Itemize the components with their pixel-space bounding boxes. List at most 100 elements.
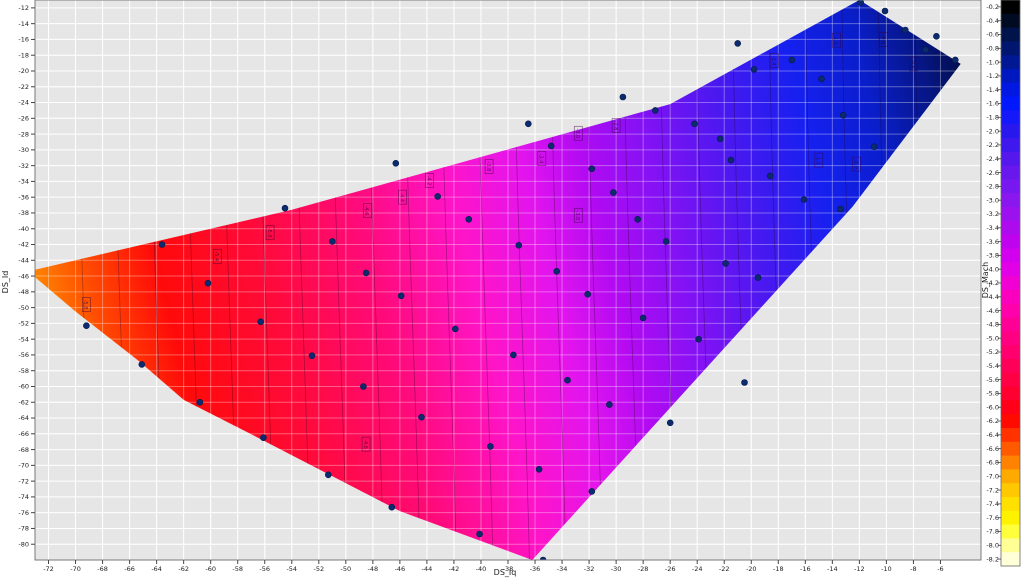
contour-label-text: -5.0 <box>266 228 272 238</box>
colorbar-tick-label: -1.0 <box>986 58 999 66</box>
colorbar-tick-label: -1.8 <box>986 114 999 122</box>
colorbar-tick-label: -2.0 <box>986 127 999 135</box>
x-tick-label: -14 <box>827 565 838 573</box>
colorbar-swatch <box>1001 331 1020 346</box>
contour-label-text: -0.8 <box>879 35 885 45</box>
data-point <box>951 56 959 64</box>
x-tick-label: -20 <box>746 565 757 573</box>
data-point <box>695 335 702 343</box>
contour-label-text: -3.4 <box>538 154 544 164</box>
colorbar-tick-label: -3.0 <box>986 196 999 204</box>
y-axis: -12 -14 -16 -18 -20 -22 -24 -26 -28 -30 -32 -34 -36 -… <box>18 4 35 548</box>
colorbar-tick-label: -2.2 <box>986 141 999 149</box>
data-point <box>766 172 774 180</box>
colorbar-tick-label: -7.4 <box>986 500 999 508</box>
x-tick-label: -42 <box>449 565 460 573</box>
data-point <box>754 274 762 281</box>
colorbar-swatch <box>1001 510 1020 526</box>
colorbar-swatch <box>1001 358 1020 374</box>
y-tick-label: -26 <box>18 115 29 123</box>
data-point <box>800 196 808 203</box>
x-tick-label: -50 <box>341 565 352 573</box>
colorbar-tick-label: -0.4 <box>986 17 999 25</box>
y-tick-label: -64 <box>18 414 29 422</box>
data-point <box>837 205 844 213</box>
contour-label-text: -2.8 <box>612 121 618 131</box>
colorbar-swatch <box>1001 400 1020 415</box>
data-point <box>691 120 698 128</box>
colorbar-swatch <box>1001 441 1020 457</box>
colorbar-swatch <box>1001 69 1020 84</box>
y-tick-label: -52 <box>18 320 29 328</box>
colorbar-tick-label: -8.0 <box>986 541 999 549</box>
y-tick-label: -60 <box>18 383 29 391</box>
contour-label-text: -4.6 <box>362 439 368 449</box>
x-tick-label: -24 <box>692 565 703 573</box>
data-point <box>196 398 204 406</box>
x-tick-label: -44 <box>422 565 433 573</box>
x-tick-label: -62 <box>178 565 189 573</box>
colorbar-swatch <box>1001 386 1020 401</box>
colorbar-swatch <box>1001 193 1020 208</box>
colorbar-tick-label: -2.6 <box>986 169 999 177</box>
contour-label-text: -3.8 <box>485 162 491 172</box>
x-tick-label: -64 <box>151 565 162 573</box>
colorbar-swatch <box>1001 96 1020 111</box>
colorbar-swatch <box>1001 0 1020 15</box>
x-tick-label: -54 <box>286 565 297 573</box>
colorbar-swatch <box>1001 124 1020 139</box>
colorbar: -0.2 -0.4 -0.6 -0.8 -1.0 -1.2 -1.4 -1.6 -1.8 -2.0… <box>986 0 1021 567</box>
data-point <box>547 142 555 150</box>
x-tick-label: -36 <box>530 565 541 573</box>
data-point <box>308 352 316 360</box>
x-tick-label: -18 <box>773 565 784 573</box>
contour-label-text: -5.8 <box>82 300 88 310</box>
data-point <box>476 530 483 538</box>
data-point <box>324 471 332 479</box>
colorbar-tick-label: -6.4 <box>986 431 999 439</box>
data-point <box>515 242 523 249</box>
contour-label-text: -1.2 <box>815 155 821 165</box>
colorbar-swatch <box>1001 276 1020 291</box>
y-tick-label: -58 <box>18 367 29 375</box>
y-tick-label: -76 <box>18 509 29 517</box>
data-point <box>588 165 596 173</box>
data-point <box>328 238 336 245</box>
y-tick-label: -20 <box>18 67 29 75</box>
y-tick-label: -46 <box>18 272 29 280</box>
data-point <box>260 434 267 442</box>
contour-label-text: -4.4 <box>398 192 404 202</box>
colorbar-swatch <box>1001 138 1020 153</box>
data-point <box>434 193 442 200</box>
x-tick-label: -10 <box>881 565 892 573</box>
colorbar-swatch <box>1001 524 1020 539</box>
colorbar-swatch <box>1001 207 1020 222</box>
x-tick-label: -48 <box>368 565 379 573</box>
colorbar-swatch <box>1001 110 1020 125</box>
data-point <box>553 267 561 275</box>
data-point <box>138 361 146 368</box>
colorbar-swatch <box>1001 151 1020 167</box>
y-tick-label: -54 <box>18 335 29 343</box>
data-point <box>716 135 724 143</box>
colorbar-tick-label: -5.6 <box>986 376 999 384</box>
y-tick-label: -40 <box>18 225 29 233</box>
colorbar-swatch <box>1001 27 1020 42</box>
contour-label-text: -5.4 <box>213 251 219 261</box>
x-tick-label: -68 <box>97 565 108 573</box>
data-point <box>524 120 532 128</box>
x-tick-label: -12 <box>854 565 865 573</box>
y-tick-label: -50 <box>18 304 29 312</box>
colorbar-tick-label: -5.2 <box>986 348 999 356</box>
colorbar-tick-label: -5.4 <box>986 362 999 370</box>
x-tick-label: -40 <box>476 565 487 573</box>
colorbar-swatch <box>1001 427 1020 443</box>
y-axis-label: DS_Id <box>1 271 10 294</box>
colorbar-swatch <box>1001 289 1020 305</box>
x-tick-label: -60 <box>205 565 216 573</box>
x-tick-label: -56 <box>259 565 270 573</box>
data-point <box>881 7 889 15</box>
contour-label-text: -3.0 <box>574 210 580 220</box>
colorbar-swatch <box>1001 496 1020 512</box>
colorbar-tick-label: -8.2 <box>986 555 999 563</box>
